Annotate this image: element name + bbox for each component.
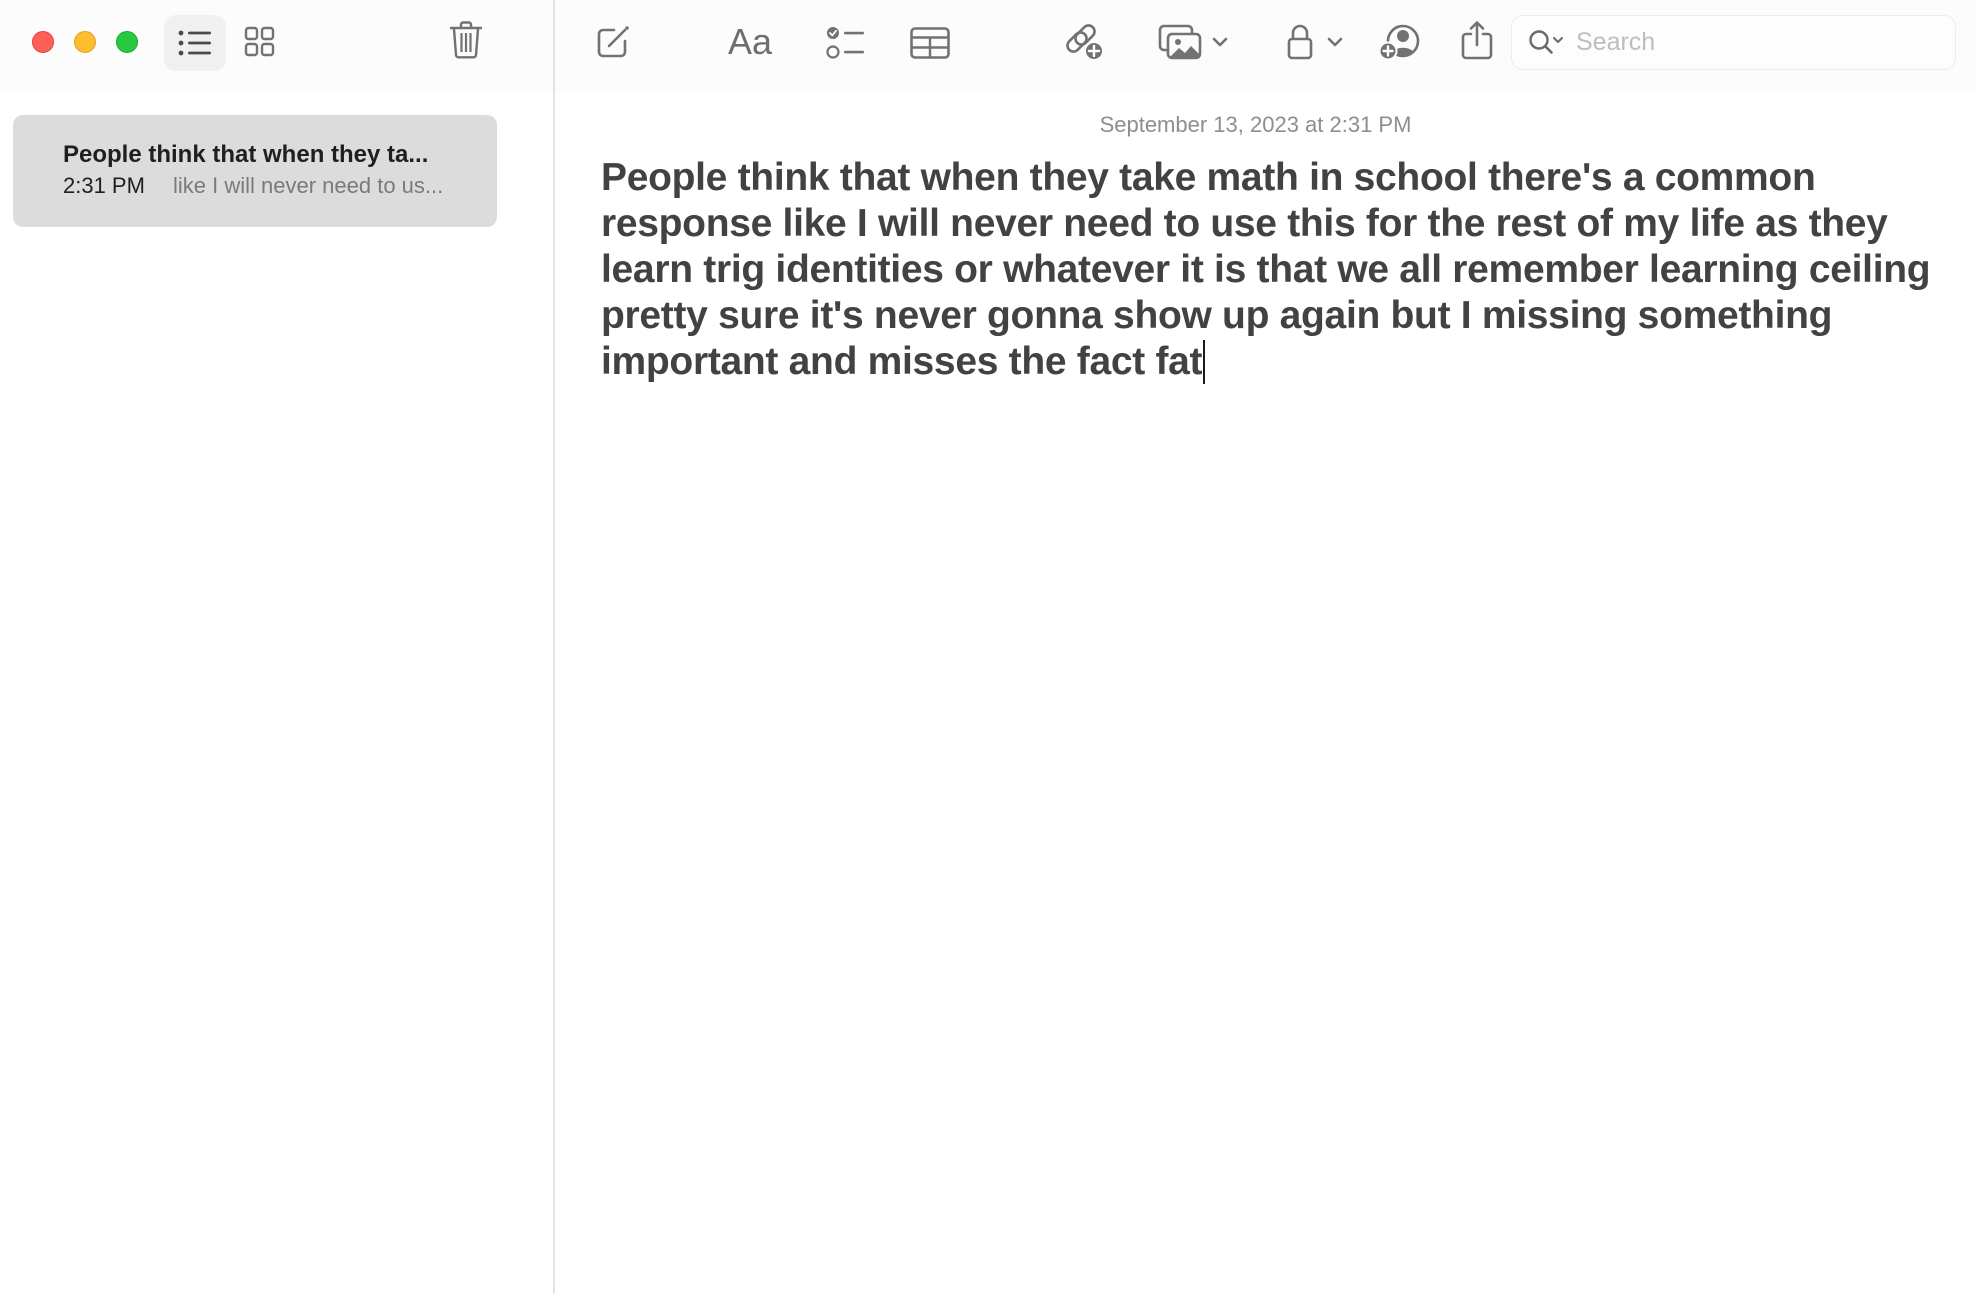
delete-note-button[interactable] xyxy=(444,18,488,62)
checklist-icon xyxy=(826,26,866,60)
note-editor-pane: Aa Search September 13, 2023 at 2:31 PM … xyxy=(555,0,1976,1294)
search-field[interactable] xyxy=(1511,15,1956,70)
new-note-button[interactable] xyxy=(591,20,635,64)
add-link-icon xyxy=(1064,22,1106,62)
note-timestamp: September 13, 2023 at 2:31 PM xyxy=(1099,112,1412,137)
note-body-text: People think that when they take math in… xyxy=(601,156,1931,383)
sidebar: People think that when they ta... 2:31 P… xyxy=(0,0,553,1294)
share-button[interactable] xyxy=(1455,14,1499,66)
note-list-item[interactable]: People think that when they ta... 2:31 P… xyxy=(13,115,497,227)
table-icon xyxy=(910,27,950,59)
add-link-button[interactable] xyxy=(1060,18,1110,66)
table-button[interactable] xyxy=(905,20,955,66)
grid-icon xyxy=(244,26,276,58)
text-cursor xyxy=(1203,340,1206,384)
lock-icon xyxy=(1287,24,1313,60)
note-body-editor[interactable]: People think that when they take math in… xyxy=(601,155,1931,385)
sidebar-toolbar xyxy=(0,0,553,94)
note-list-item-title: People think that when they ta... xyxy=(63,141,429,168)
minimize-window-button[interactable] xyxy=(74,31,96,53)
zoom-window-button[interactable] xyxy=(116,31,138,53)
list-bullet-icon xyxy=(178,30,212,56)
search-input[interactable] xyxy=(1576,28,1906,57)
trash-icon xyxy=(450,21,482,59)
collaborate-button[interactable] xyxy=(1375,18,1425,66)
checklist-button[interactable] xyxy=(821,20,871,66)
media-icon xyxy=(1158,24,1202,60)
search-icon[interactable] xyxy=(1528,29,1566,57)
share-icon xyxy=(1461,20,1493,60)
chevron-down-icon xyxy=(1212,37,1228,47)
format-text-icon: Aa xyxy=(727,21,773,62)
lock-note-button[interactable] xyxy=(1275,18,1355,66)
chevron-down-icon xyxy=(1327,37,1343,47)
editor-toolbar: Aa xyxy=(555,0,1976,94)
format-text-button[interactable]: Aa xyxy=(719,18,781,66)
list-view-button[interactable] xyxy=(164,15,226,71)
compose-icon xyxy=(596,25,630,59)
insert-media-button[interactable] xyxy=(1148,18,1238,66)
note-list-item-time: 2:31 PM xyxy=(63,173,145,198)
note-list-item-preview: like I will never need to us... xyxy=(173,173,444,198)
collaborate-icon xyxy=(1379,23,1421,61)
gallery-view-button[interactable] xyxy=(238,20,282,64)
close-window-button[interactable] xyxy=(32,31,54,53)
